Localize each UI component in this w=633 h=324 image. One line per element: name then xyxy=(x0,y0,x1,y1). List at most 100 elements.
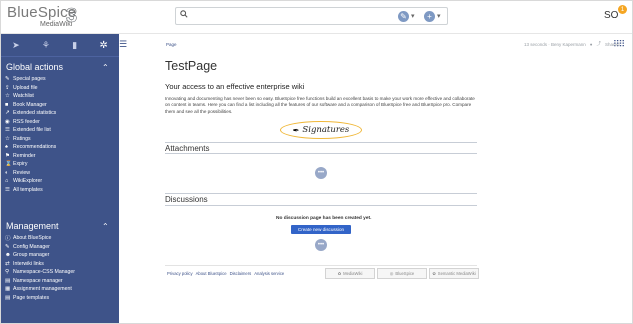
logo-sub: MediaWiki xyxy=(40,21,73,28)
user-menu[interactable]: SO xyxy=(604,10,618,21)
sidebar-item-label: Special pages xyxy=(13,76,46,83)
sidebar-item-group-manager[interactable]: ☻ Group manager xyxy=(5,251,75,260)
namespace-manager-icon: ▤ xyxy=(5,277,11,284)
chevron-up-icon[interactable]: ⌃ xyxy=(102,63,109,72)
pen-icon: ✒ xyxy=(292,125,300,135)
sidebar-item-review[interactable]: ◐ Review xyxy=(5,169,56,178)
sidebar-item-label: Extended statistics xyxy=(13,110,57,117)
sidebar-item-label: All templates xyxy=(13,186,43,193)
sidebar-item-label: Group manager xyxy=(13,252,50,259)
sidebar-item-watchlist[interactable]: ☆ Watchlist xyxy=(5,92,56,101)
about-bluespice-icon: ⓘ xyxy=(5,236,11,243)
footer: Privacy policy About BlueSpice Disclaimers… xyxy=(165,265,479,279)
reminder-icon: ⚑ xyxy=(5,152,10,159)
last-edit-info[interactable]: 13 seconds · Beny Kapermann xyxy=(524,42,586,47)
watchlist-icon: ☆ xyxy=(5,93,10,100)
divider xyxy=(165,153,477,154)
sidebar-item-label: Namespace-CSS Manager xyxy=(13,269,75,276)
more-icon[interactable]: ••• xyxy=(315,167,327,179)
sidebar-item-namespace-css-manager[interactable]: ⚲ Namespace-CSS Manager xyxy=(5,268,75,277)
sidebar-item-recommendations[interactable]: ♠ Recommendations xyxy=(5,143,56,152)
page-meta: 13 seconds · Beny Kapermann ● ⤴ Shared xyxy=(524,41,620,47)
sidebar-item-page-templates[interactable]: ▤ Page templates xyxy=(5,294,75,303)
gear-icon[interactable]: ✲ xyxy=(99,40,107,51)
sidebar-item-extended-statistics[interactable]: ↗ Extended statistics xyxy=(5,109,56,118)
management-list: ⓘ About BlueSpice ✎ Config Manager ☻ Group ma… xyxy=(5,234,75,302)
no-discussion-text: No discussion page has been created yet. xyxy=(276,216,372,221)
footer-link-analysis-service[interactable]: Analysis service xyxy=(254,271,284,276)
page-templates-icon: ▤ xyxy=(5,294,11,301)
create-discussion-button[interactable]: Create new discussion xyxy=(291,225,351,234)
add-menu-button[interactable]: + ▾ xyxy=(424,9,441,23)
bluespice-badge[interactable]: ◎ BlueSpice xyxy=(377,268,427,279)
wikiexplorer-icon: ⌂ xyxy=(5,178,9,185)
sidebar-item-label: Recommendations xyxy=(13,144,57,151)
sidebar-item-interwiki-links[interactable]: ⇄ Interwiki links xyxy=(5,260,75,269)
sidebar-item-label: Watchlist xyxy=(13,93,34,100)
sidebar: ➤ ⚘ ▮ ✲ Global actions ⌃ ✎ Special pages ⇪… xyxy=(1,34,119,323)
sidebar-item-label: About BlueSpice xyxy=(13,235,52,242)
sidebar-item-special-pages[interactable]: ✎ Special pages xyxy=(5,75,56,84)
app-window: BlueSpice 3 MediaWiki ✎ ▾ + ▾ SO 1 ➤ ⚘ ▮… xyxy=(0,0,633,324)
sidebar-item-label: WikiExplorer xyxy=(13,178,43,185)
navigation-icon[interactable]: ➤ xyxy=(12,40,20,51)
sidebar-item-label: Extended file list xyxy=(13,127,51,134)
more-icon[interactable]: ••• xyxy=(315,239,327,251)
footer-links: Privacy policy About BlueSpice Disclaimers… xyxy=(167,271,284,276)
ratings-icon: ☆ xyxy=(5,135,10,142)
plus-icon: + xyxy=(424,10,435,22)
logo[interactable]: BlueSpice 3 MediaWiki xyxy=(7,4,117,30)
signatures-highlight[interactable]: ✒ Signatures xyxy=(280,121,362,139)
sidebar-item-assignment-management[interactable]: ▦ Assignment management xyxy=(5,285,75,294)
divider xyxy=(165,142,477,143)
chevron-down-icon: ▾ xyxy=(437,13,441,20)
config-manager-icon: ✎ xyxy=(5,243,10,250)
mediawiki-badge[interactable]: ✿ MediaWiki xyxy=(325,268,375,279)
bulb-icon[interactable]: ⚘ xyxy=(42,40,50,51)
group-manager-icon: ☻ xyxy=(5,252,11,259)
bluespice-label: BlueSpice xyxy=(395,271,415,276)
sidebar-item-expiry[interactable]: ⌛ Expiry xyxy=(5,160,56,169)
rss-feeder-icon: ◉ xyxy=(5,118,10,125)
tab-page[interactable]: Page xyxy=(166,42,177,47)
sidebar-item-rss-feeder[interactable]: ◉ RSS feeder xyxy=(5,118,56,127)
sidebar-item-label: Assignment management xyxy=(13,286,72,293)
semantic-icon: ✿ xyxy=(432,271,436,276)
sidebar-item-label: Page templates xyxy=(13,294,50,301)
sidebar-item-config-manager[interactable]: ✎ Config Manager xyxy=(5,243,75,252)
recommendations-icon: ♠ xyxy=(5,144,8,151)
sidebar-item-label: Ratings xyxy=(13,135,31,142)
semantic-mediawiki-badge[interactable]: ✿ Semantic MediaWiki xyxy=(429,268,479,279)
sidebar-item-ratings[interactable]: ☆ Ratings xyxy=(5,135,56,144)
search-icon xyxy=(180,10,188,18)
sidebar-item-book-manager[interactable]: ■ Book Manager xyxy=(5,101,56,110)
review-icon: ◐ xyxy=(5,169,9,176)
sidebar-item-about-bluespice[interactable]: ⓘ About BlueSpice xyxy=(5,234,75,243)
share-icon[interactable]: ⤴ xyxy=(597,41,602,47)
footer-link-disclaimers[interactable]: Disclaimers xyxy=(230,271,252,276)
management-title[interactable]: Management xyxy=(6,221,59,231)
sidebar-item-reminder[interactable]: ⚑ Reminder xyxy=(5,152,56,161)
footer-link-about-bluespice[interactable]: About BlueSpice xyxy=(196,271,227,276)
page-title: TestPage xyxy=(165,59,218,73)
create-menu-button[interactable]: ✎ ▾ xyxy=(398,9,415,23)
menu-icon[interactable]: ☰ xyxy=(119,39,127,50)
sidebar-item-wikiexplorer[interactable]: ⌂ WikiExplorer xyxy=(5,177,56,186)
global-actions-title[interactable]: Global actions xyxy=(6,62,63,72)
footer-link-privacy-policy[interactable]: Privacy policy xyxy=(167,271,193,276)
sidebar-item-extended-file-list[interactable]: ☰ Extended file list xyxy=(5,126,56,135)
sidebar-toolbar: ➤ ⚘ ▮ ✲ xyxy=(1,34,119,57)
chevron-up-icon[interactable]: ⌃ xyxy=(102,222,109,231)
discussions-title: Discussions xyxy=(165,195,208,204)
notification-badge[interactable]: 1 xyxy=(618,5,627,14)
attachments-title: Attachments xyxy=(165,144,210,153)
page-icon[interactable]: ▮ xyxy=(72,40,77,51)
sidebar-item-all-templates[interactable]: ☰ All templates xyxy=(5,186,56,195)
sidebar-item-label: Upload file xyxy=(13,84,38,91)
comment-icon[interactable]: ● xyxy=(590,42,593,47)
divider xyxy=(165,193,477,194)
sidebar-item-upload-file[interactable]: ⇪ Upload file xyxy=(5,84,56,93)
namespace-css-manager-icon: ⚲ xyxy=(5,269,10,276)
intro-paragraph: Innovating and documenting has never bee… xyxy=(165,96,475,114)
sidebar-item-namespace-manager[interactable]: ▤ Namespace manager xyxy=(5,277,75,286)
